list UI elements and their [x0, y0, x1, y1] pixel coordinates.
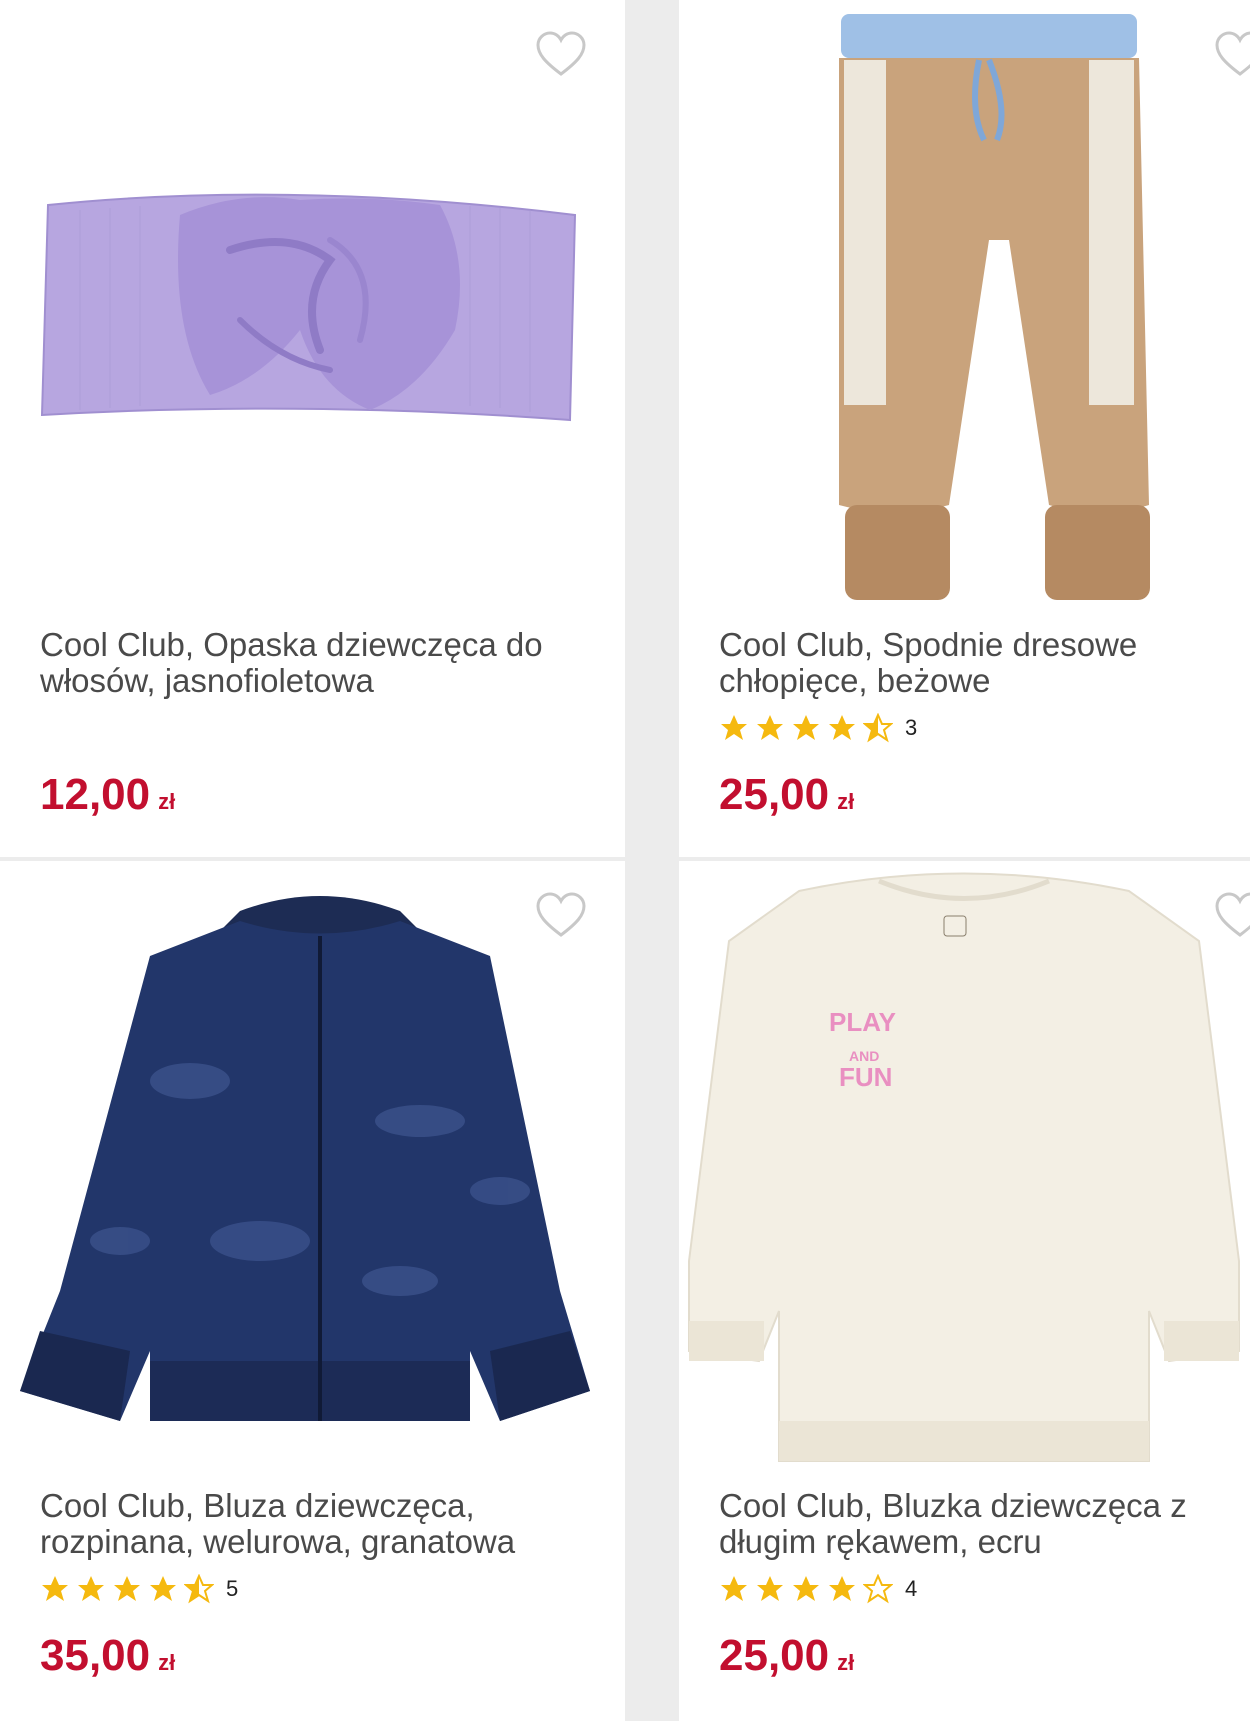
svg-text:FUN: FUN: [839, 1062, 892, 1092]
rating-count: 5: [226, 1576, 239, 1601]
product-image-sweatpants[interactable]: [679, 0, 1250, 610]
product-title-line: Cool Club, Spodnie dresowe: [719, 626, 1138, 663]
star-icon: [721, 715, 747, 740]
price-currency: zł: [158, 789, 176, 814]
product-title[interactable]: Cool Club, Bluza dziewczęca, rozpinana, …: [40, 1488, 580, 1560]
product-title-line: Cool Club, Bluza dziewczęca,: [40, 1487, 475, 1524]
product-title-line: włosów, jasnofioletowa: [40, 662, 374, 699]
product-title[interactable]: Cool Club, Bluzka dziewczęca z długim rę…: [719, 1488, 1239, 1560]
heart-outline-icon[interactable]: [535, 891, 587, 939]
product-title-line: Cool Club, Opaska dziewczęca do: [40, 626, 543, 663]
star-icon: [829, 715, 855, 740]
product-title-line: rozpinana, welurowa, granatowa: [40, 1523, 516, 1560]
star-outline-icon: [863, 1574, 893, 1604]
product-card[interactable]: Cool Club, Opaska dziewczęca do włosów, …: [0, 0, 625, 857]
product-image-sweatshirt[interactable]: PLAY AND FUN: [679, 861, 1250, 1471]
price-value: 25,00: [719, 1631, 830, 1680]
product-title-line: Cool Club, Bluzka dziewczęca z: [719, 1487, 1187, 1524]
price-value: 12,00: [40, 770, 151, 819]
product-card[interactable]: Cool Club, Spodnie dresowe chłopięce, be…: [679, 0, 1250, 857]
product-title[interactable]: Cool Club, Spodnie dresowe chłopięce, be…: [719, 627, 1239, 699]
star-icon: [829, 1576, 855, 1601]
star-half-icon: [863, 713, 893, 743]
price-currency: zł: [837, 1650, 855, 1675]
product-price: 25,00 zł: [719, 771, 854, 826]
product-title-line: chłopięce, beżowe: [719, 662, 991, 699]
heart-outline-icon[interactable]: [535, 30, 587, 78]
product-card[interactable]: Cool Club, Bluza dziewczęca, rozpinana, …: [0, 861, 625, 1721]
star-half-icon: [184, 1574, 214, 1604]
svg-text:PLAY: PLAY: [829, 1007, 896, 1037]
product-image-headband[interactable]: [0, 0, 625, 610]
price-currency: zł: [837, 789, 855, 814]
star-icon: [721, 1576, 747, 1601]
star-icon: [150, 1576, 176, 1601]
product-price: 12,00 zł: [40, 771, 175, 826]
product-title[interactable]: Cool Club, Opaska dziewczęca do włosów, …: [40, 627, 580, 699]
star-icon: [757, 1576, 783, 1601]
product-rating: 5: [40, 1574, 238, 1604]
price-currency: zł: [158, 1650, 176, 1675]
star-icon: [78, 1576, 104, 1601]
star-icon: [793, 715, 819, 740]
product-rating: 3: [719, 713, 917, 743]
product-card[interactable]: PLAY AND FUN Cool Club, Bluzka dziewczęc…: [679, 861, 1250, 1721]
star-icon: [757, 715, 783, 740]
product-image-jacket[interactable]: [0, 861, 625, 1471]
star-icon: [42, 1576, 68, 1601]
price-value: 35,00: [40, 1631, 151, 1680]
product-rating: 4: [719, 1574, 917, 1604]
rating-count: 3: [905, 715, 918, 740]
product-price: 25,00 zł: [719, 1632, 854, 1687]
product-grid: Cool Club, Opaska dziewczęca do włosów, …: [0, 0, 1250, 1721]
price-value: 25,00: [719, 770, 830, 819]
product-price: 35,00 zł: [40, 1632, 175, 1687]
star-icon: [114, 1576, 140, 1601]
heart-outline-icon[interactable]: [1214, 30, 1250, 78]
star-icon: [793, 1576, 819, 1601]
product-title-line: długim rękawem, ecru: [719, 1523, 1042, 1560]
heart-outline-icon[interactable]: [1214, 891, 1250, 939]
rating-count: 4: [905, 1576, 918, 1601]
